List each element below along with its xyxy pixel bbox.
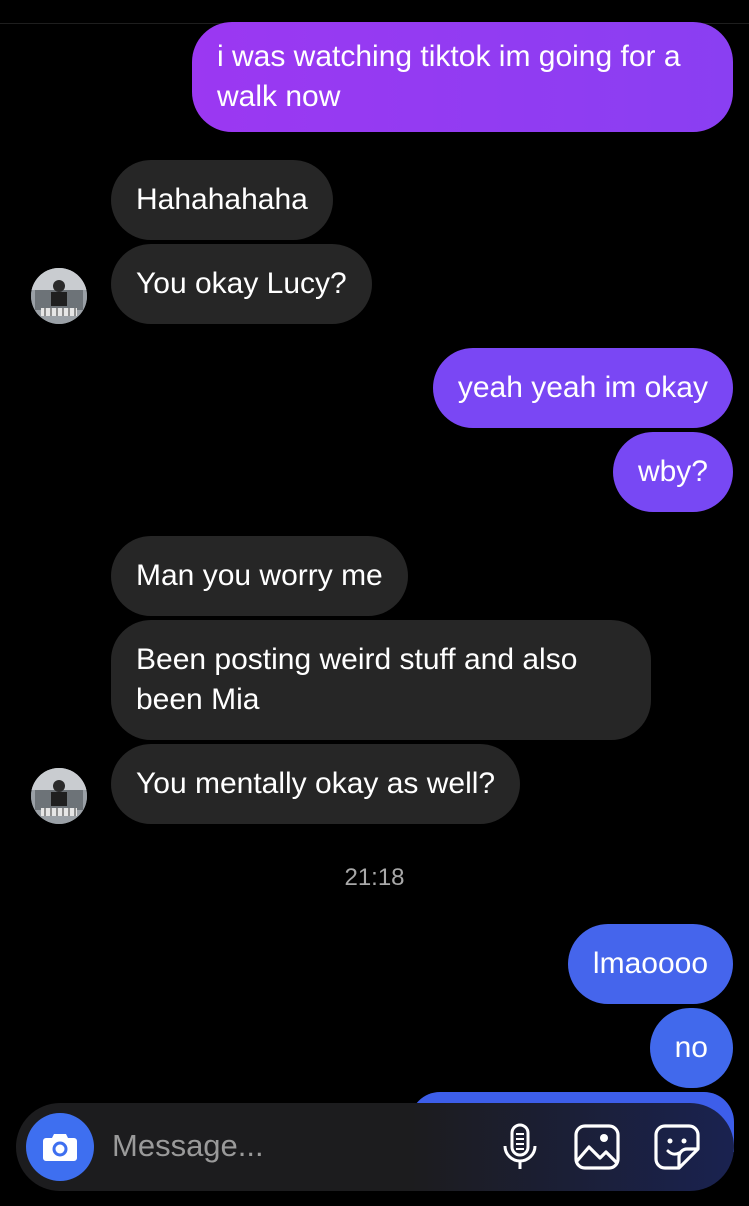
message-received-5[interactable]: You mentally okay as well?	[111, 744, 521, 824]
message-sent-5[interactable]: no	[649, 1008, 733, 1088]
message-received-4[interactable]: Been posting weird stuff and also been M…	[111, 620, 651, 740]
message-sent-3[interactable]: wby?	[612, 432, 733, 512]
microphone-button[interactable]	[494, 1121, 546, 1173]
microphone-icon	[503, 1123, 537, 1169]
header-edge	[120, 0, 420, 6]
message-sent-1[interactable]: i was watching tiktok im going for a wal…	[192, 22, 733, 132]
message-input[interactable]	[112, 1121, 482, 1171]
avatar[interactable]	[31, 268, 87, 324]
sticker-button[interactable]	[651, 1121, 703, 1173]
avatar[interactable]	[31, 768, 87, 824]
message-received-1[interactable]: Hahahahaha	[111, 160, 333, 240]
message-timestamp: 21:18	[344, 864, 405, 891]
gallery-icon	[574, 1124, 620, 1170]
message-received-2[interactable]: You okay Lucy?	[111, 244, 372, 324]
sticker-icon	[654, 1124, 700, 1170]
message-sent-2[interactable]: yeah yeah im okay	[432, 348, 733, 428]
camera-button[interactable]	[26, 1113, 94, 1181]
message-sent-4[interactable]: lmaoooo	[567, 924, 733, 1004]
message-received-3[interactable]: Man you worry me	[111, 536, 408, 616]
gallery-button[interactable]	[571, 1121, 623, 1173]
camera-icon	[43, 1134, 77, 1161]
